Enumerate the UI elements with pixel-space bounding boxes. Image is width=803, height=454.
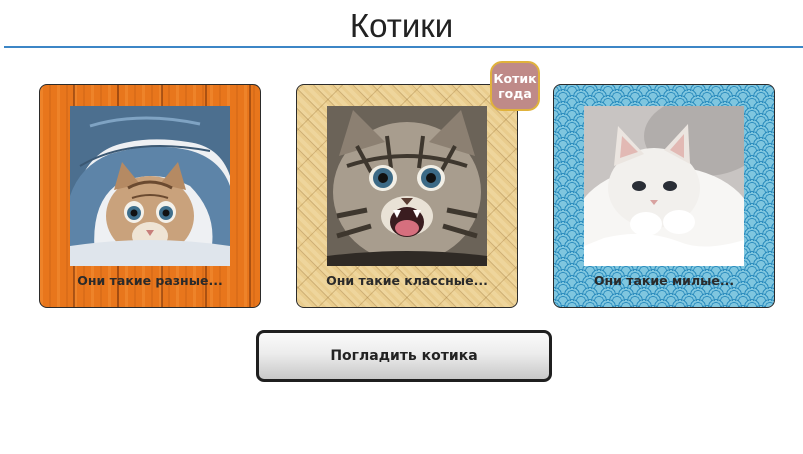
badge-line-2: года	[498, 86, 532, 101]
kitten-in-jeans-photo	[70, 106, 230, 266]
cat-card-3: Они такие милые...	[553, 84, 775, 308]
title-divider	[4, 46, 803, 48]
card-caption: Они такие классные...	[326, 273, 488, 288]
card-caption: Они такие милые...	[593, 273, 735, 288]
page-title: Котики	[349, 7, 454, 44]
badge-line-1: Котик	[493, 71, 537, 86]
card-caption: Они такие разные...	[77, 273, 223, 288]
pet-cat-button[interactable]: Погладить котика	[256, 330, 552, 382]
laughing-tabby-kitten-photo	[327, 106, 487, 266]
cat-card-2: Они такие классные...	[296, 84, 518, 308]
cat-card-1: Они такие разные...	[39, 84, 261, 308]
white-kitten-photo	[584, 106, 744, 266]
cat-of-the-year-badge: Котик года	[490, 61, 540, 111]
